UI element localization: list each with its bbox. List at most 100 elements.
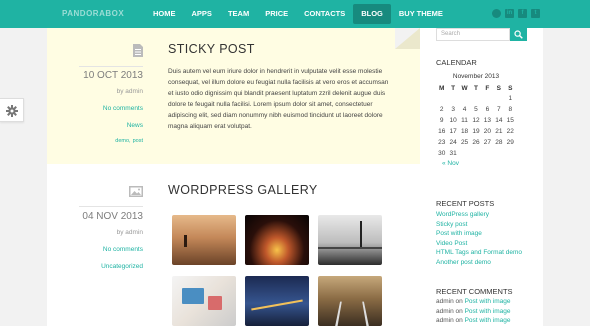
comment-on: on <box>455 307 463 315</box>
search-input[interactable]: Search <box>436 28 510 41</box>
calendar-day <box>482 148 493 159</box>
calendar-day-header: S <box>508 84 513 92</box>
social-links: in f t <box>492 9 540 18</box>
tag-link[interactable]: post <box>133 138 143 144</box>
calendar-day-header: F <box>485 84 490 92</box>
recent-post-link[interactable]: Sticky post <box>436 220 541 230</box>
recent-post-link[interactable]: HTML Tags and Format demo <box>436 248 541 258</box>
post-date: 10 OCT 2013 <box>83 70 143 81</box>
calendar-day: 2 <box>439 106 444 113</box>
page-fold-corner <box>395 28 420 49</box>
comment-post-link[interactable]: Post with image <box>465 308 511 315</box>
post-title[interactable]: STICKY POST <box>168 42 255 56</box>
calendar-day: 13 <box>483 117 492 124</box>
calendar-day-header: W <box>461 84 468 92</box>
calendar-day: 30 <box>438 150 446 157</box>
gallery-thumb[interactable] <box>172 276 236 326</box>
calendar-day: 20 <box>483 128 492 135</box>
calendar-day: 1 <box>508 95 513 102</box>
calendar-week: 1 <box>436 93 516 104</box>
wordpress-gallery <box>172 215 382 326</box>
comment-author: admin <box>436 317 454 325</box>
comment-on: on <box>455 317 463 325</box>
calendar-day: 26 <box>472 139 480 146</box>
nav-apps[interactable]: APPS <box>184 4 220 24</box>
recent-post-link[interactable]: Video Post <box>436 239 541 249</box>
recent-post-link[interactable]: WordPress gallery <box>436 210 541 220</box>
calendar-day <box>447 93 458 104</box>
post-title[interactable]: WORDPRESS GALLERY <box>168 183 318 197</box>
recent-comment-item: admin on Post with image <box>436 297 541 307</box>
post-author[interactable]: by admin <box>79 229 143 236</box>
calendar-day: 8 <box>508 106 513 113</box>
calendar-day: 12 <box>472 117 480 124</box>
calendar-day: 7 <box>497 106 501 113</box>
calendar-table: M T W T F S S 1 2 3 4 5 6 7 8 9 10 11 12 13 14 15 16 17 1… <box>436 83 516 159</box>
calendar-day: 23 <box>438 139 446 146</box>
nav-team[interactable]: TEAM <box>220 4 257 24</box>
calendar-day: 16 <box>438 128 446 135</box>
post-comments-link[interactable]: No comments <box>79 246 143 253</box>
recent-comment-item: admin on Post with image <box>436 307 541 317</box>
calendar-day: 4 <box>462 106 467 113</box>
comment-on: on <box>455 298 463 305</box>
calendar-day <box>505 148 516 159</box>
nav-price[interactable]: PRICE <box>257 4 296 24</box>
comment-post-link[interactable]: Post with image <box>465 298 511 305</box>
calendar-day: 29 <box>506 139 514 146</box>
brand-logo[interactable]: PANDORABOX <box>62 9 124 18</box>
calendar-day <box>459 93 470 104</box>
nav-home[interactable]: HOME <box>145 4 184 24</box>
post-comments-link[interactable]: No comments <box>79 105 143 112</box>
post-author[interactable]: by admin <box>79 88 143 95</box>
calendar-day: 6 <box>485 106 490 113</box>
nav-contacts[interactable]: CONTACTS <box>296 4 353 24</box>
calendar-day <box>436 93 447 104</box>
linkedin-icon[interactable]: in <box>505 9 514 18</box>
calendar-day: 18 <box>460 128 469 135</box>
calendar-prev-link[interactable]: « Nov <box>442 160 516 167</box>
search-icon <box>514 30 523 39</box>
calendar-day: 14 <box>495 117 503 124</box>
nav-buy-theme[interactable]: BUY THEME <box>391 4 451 24</box>
gallery-thumb[interactable] <box>245 276 309 326</box>
recent-post-link[interactable]: Post with image <box>436 229 541 239</box>
nav-blog[interactable]: BLOG <box>353 4 391 24</box>
calendar-day <box>493 93 504 104</box>
twitter-icon[interactable]: t <box>531 9 540 18</box>
recent-posts-list: WordPress gallery Sticky post Post with … <box>436 210 541 268</box>
tag-link[interactable]: demo, <box>115 138 130 144</box>
recent-comments-list: admin on Post with image admin on Post w… <box>436 297 541 326</box>
comment-post-link[interactable]: Post with image <box>465 317 511 324</box>
calendar-day: 19 <box>472 128 480 135</box>
calendar-day-header: S <box>496 84 501 92</box>
style-switcher-toggle[interactable] <box>0 98 24 122</box>
calendar-day: 24 <box>449 139 457 146</box>
document-icon <box>133 44 143 57</box>
meta-divider <box>79 206 143 207</box>
gallery-thumb[interactable] <box>318 276 382 326</box>
calendar-week: 9 10 11 12 13 14 15 <box>436 115 516 126</box>
calendar-day: 5 <box>474 106 478 113</box>
search-button[interactable] <box>510 28 527 41</box>
comment-author: admin <box>436 298 454 305</box>
dribbble-icon[interactable] <box>492 9 501 18</box>
calendar-day-header: T <box>473 84 478 92</box>
calendar-day: 17 <box>449 128 457 135</box>
calendar-day: 22 <box>506 128 514 135</box>
calendar-day <box>482 93 493 104</box>
facebook-icon[interactable]: f <box>518 9 527 18</box>
gallery-thumb[interactable] <box>245 215 309 265</box>
calendar-widget: November 2013 M T W T F S S 1 2 3 4 5 6 7 8 9 10 1… <box>436 73 516 167</box>
calendar-day: 25 <box>460 139 469 146</box>
calendar-day: 10 <box>449 117 457 124</box>
sidebar: Search CALENDAR November 2013 M T W T F … <box>420 28 543 326</box>
recent-post-link[interactable]: Another post demo <box>436 258 541 268</box>
sticky-post: STICKY POST 10 OCT 2013 by admin No comm… <box>47 28 420 164</box>
post-category-link[interactable]: News <box>79 122 143 129</box>
gallery-thumb[interactable] <box>318 215 382 265</box>
calendar-day: 9 <box>439 117 444 124</box>
calendar-day: 31 <box>449 150 457 157</box>
post-category-link[interactable]: Uncategorized <box>79 263 143 270</box>
gallery-thumb[interactable] <box>172 215 236 265</box>
